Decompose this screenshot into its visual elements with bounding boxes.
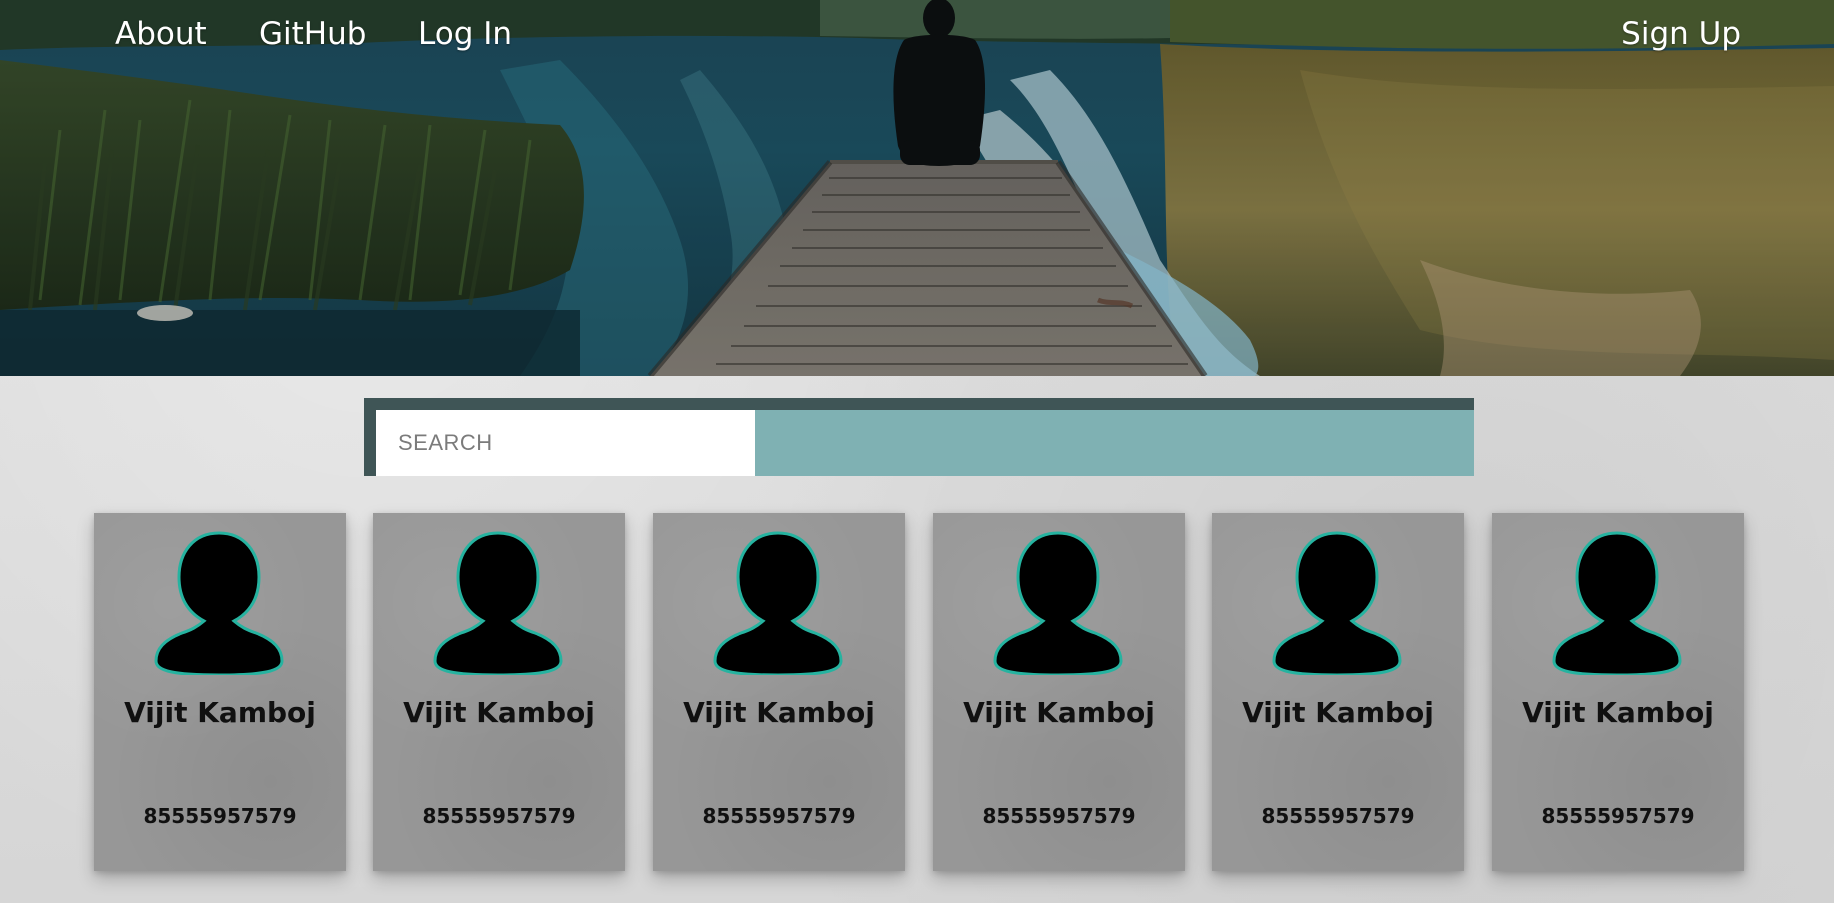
top-nav: About GitHub Log In Sign Up xyxy=(0,0,1834,68)
contact-cards: Vijit Kamboj 85555957579 Vijit Kamboj 85… xyxy=(0,513,1834,873)
card-phone: 85555957579 xyxy=(982,804,1136,828)
page: About GitHub Log In Sign Up Vijit Kamboj… xyxy=(0,0,1834,903)
search-bar xyxy=(364,398,1474,476)
card-name: Vijit Kamboj xyxy=(1522,696,1714,729)
nav-login-link[interactable]: Log In xyxy=(418,14,512,54)
contact-card[interactable]: Vijit Kamboj 85555957579 xyxy=(373,513,625,871)
user-avatar-icon xyxy=(154,531,284,675)
user-avatar-icon xyxy=(1272,531,1402,675)
hero-banner: About GitHub Log In Sign Up xyxy=(0,0,1834,376)
card-phone: 85555957579 xyxy=(702,804,856,828)
card-phone: 85555957579 xyxy=(1541,804,1695,828)
user-avatar-icon xyxy=(433,531,563,675)
contact-card[interactable]: Vijit Kamboj 85555957579 xyxy=(94,513,346,871)
card-phone: 85555957579 xyxy=(422,804,576,828)
contact-card[interactable]: Vijit Kamboj 85555957579 xyxy=(1212,513,1464,871)
card-name: Vijit Kamboj xyxy=(683,696,875,729)
user-avatar-icon xyxy=(1552,531,1682,675)
user-avatar-icon xyxy=(713,531,843,675)
card-name: Vijit Kamboj xyxy=(403,696,595,729)
nav-about-link[interactable]: About xyxy=(115,14,207,54)
card-name: Vijit Kamboj xyxy=(1242,696,1434,729)
search-input[interactable] xyxy=(376,410,755,476)
nav-signup-link[interactable]: Sign Up xyxy=(1621,14,1741,54)
card-name: Vijit Kamboj xyxy=(124,696,316,729)
card-name: Vijit Kamboj xyxy=(963,696,1155,729)
card-phone: 85555957579 xyxy=(1261,804,1415,828)
user-avatar-icon xyxy=(993,531,1123,675)
contact-card[interactable]: Vijit Kamboj 85555957579 xyxy=(1492,513,1744,871)
nav-github-link[interactable]: GitHub xyxy=(259,14,366,54)
search-bar-accent xyxy=(755,410,1474,476)
contact-card[interactable]: Vijit Kamboj 85555957579 xyxy=(933,513,1185,871)
contact-card[interactable]: Vijit Kamboj 85555957579 xyxy=(653,513,905,871)
card-phone: 85555957579 xyxy=(143,804,297,828)
